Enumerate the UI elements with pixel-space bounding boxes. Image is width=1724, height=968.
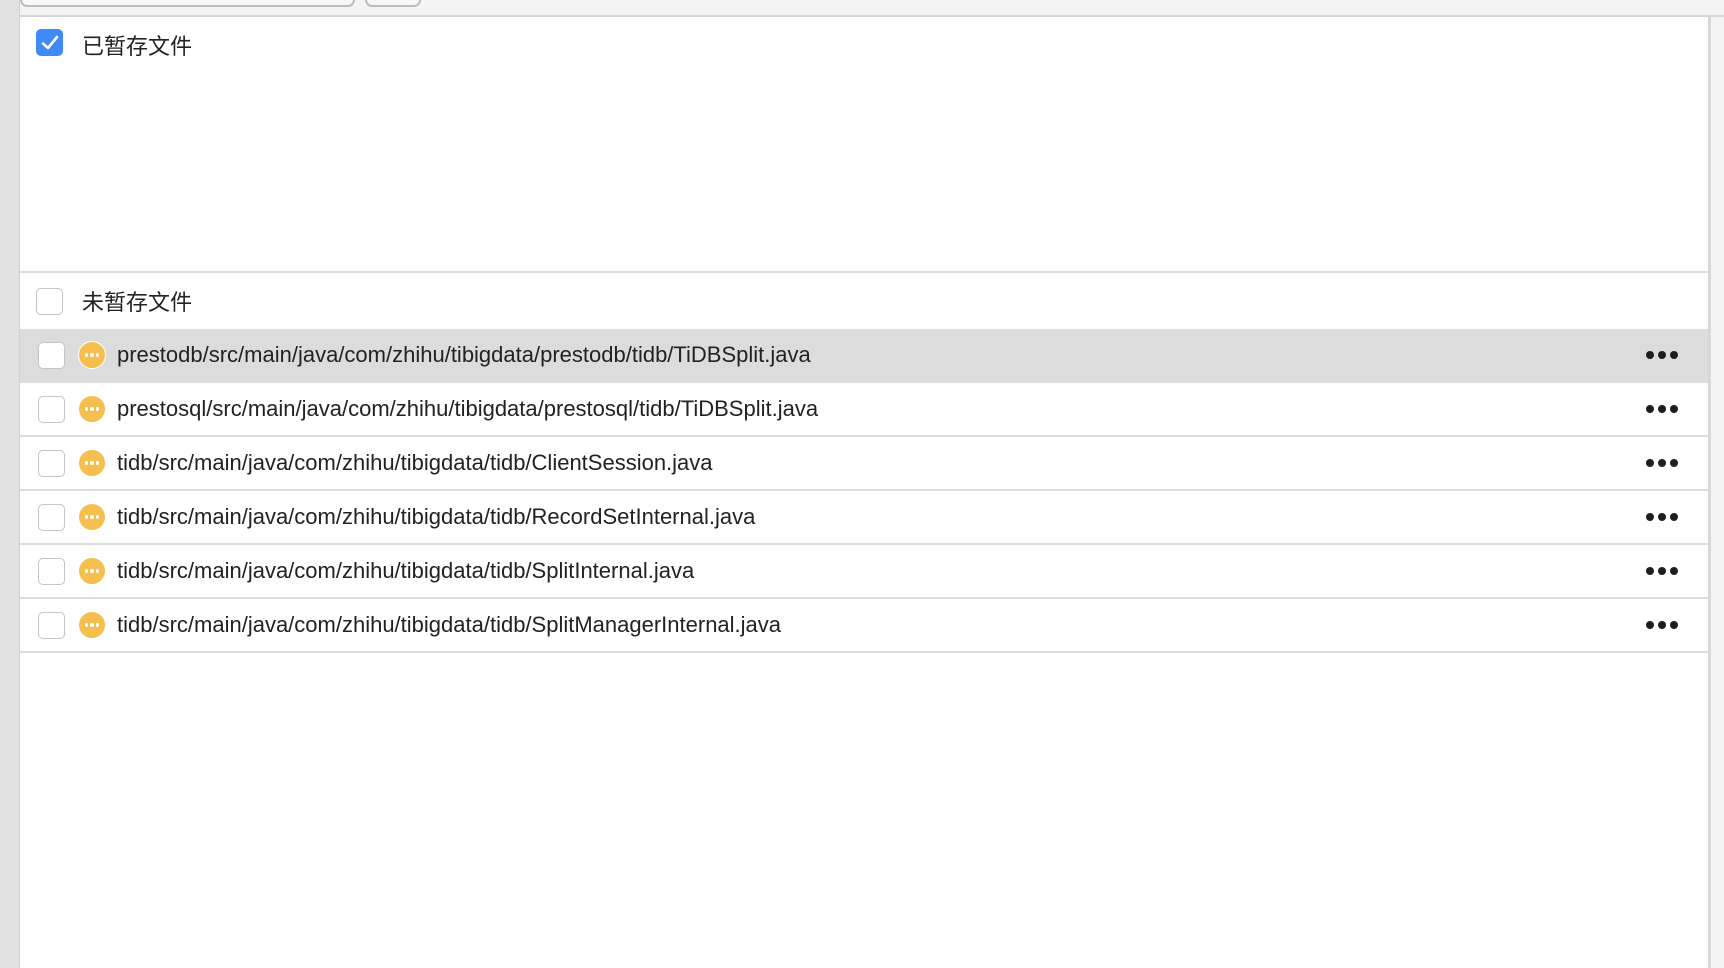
file-path: tidb/src/main/java/com/zhihu/tibigdata/t…	[117, 558, 695, 583]
file-checkbox[interactable]	[38, 611, 65, 639]
file-checkbox[interactable]	[38, 449, 65, 477]
checkmark-icon	[41, 35, 58, 49]
modified-status-icon	[78, 341, 106, 369]
modified-status-icon	[78, 557, 106, 585]
modified-status-icon	[78, 503, 106, 531]
file-row[interactable]: tidb/src/main/java/com/zhihu/tibigdata/t…	[20, 437, 1708, 491]
more-options-icon[interactable]	[1632, 448, 1692, 478]
file-path: prestodb/src/main/java/com/zhihu/tibigda…	[117, 342, 811, 367]
more-options-icon[interactable]	[1632, 502, 1692, 532]
scrollbar-track[interactable]	[1708, 17, 1724, 968]
more-options-icon[interactable]	[1632, 340, 1692, 370]
toolbar-button[interactable]	[365, 0, 421, 7]
file-row[interactable]: tidb/src/main/java/com/zhihu/tibigdata/t…	[20, 599, 1708, 653]
file-checkbox[interactable]	[38, 395, 65, 423]
file-row[interactable]: prestosql/src/main/java/com/zhihu/tibigd…	[20, 383, 1708, 437]
more-options-icon[interactable]	[1632, 394, 1692, 424]
file-row[interactable]: tidb/src/main/java/com/zhihu/tibigdata/t…	[20, 545, 1708, 599]
modified-status-icon	[78, 395, 106, 423]
more-options-icon[interactable]	[1632, 556, 1692, 586]
file-checkbox[interactable]	[38, 503, 65, 531]
search-input[interactable]	[20, 0, 355, 7]
file-row[interactable]: prestodb/src/main/java/com/zhihu/tibigda…	[20, 329, 1708, 383]
file-status-panel: 已暂存文件 未暂存文件 prestodb/src/main/java/com/z…	[20, 17, 1708, 653]
staged-files-checkbox[interactable]	[36, 29, 63, 56]
file-path: tidb/src/main/java/com/zhihu/tibigdata/t…	[117, 504, 756, 529]
unstaged-files-header: 未暂存文件	[20, 273, 1708, 329]
file-checkbox[interactable]	[38, 341, 65, 369]
unstaged-files-checkbox[interactable]	[36, 287, 63, 315]
file-path: prestosql/src/main/java/com/zhihu/tibigd…	[117, 396, 819, 421]
file-path: tidb/src/main/java/com/zhihu/tibigdata/t…	[117, 450, 713, 475]
staged-files-section: 已暂存文件	[20, 17, 1708, 273]
file-row[interactable]: tidb/src/main/java/com/zhihu/tibigdata/t…	[20, 491, 1708, 545]
more-options-icon[interactable]	[1632, 610, 1692, 640]
left-panel-edge	[0, 0, 20, 968]
unstaged-file-list: prestodb/src/main/java/com/zhihu/tibigda…	[20, 329, 1708, 653]
modified-status-icon	[78, 449, 106, 477]
file-path: tidb/src/main/java/com/zhihu/tibigdata/t…	[117, 612, 782, 637]
file-checkbox[interactable]	[38, 557, 65, 585]
modified-status-icon	[78, 611, 106, 639]
unstaged-files-label: 未暂存文件	[82, 290, 193, 315]
staged-files-label: 已暂存文件	[82, 34, 193, 59]
